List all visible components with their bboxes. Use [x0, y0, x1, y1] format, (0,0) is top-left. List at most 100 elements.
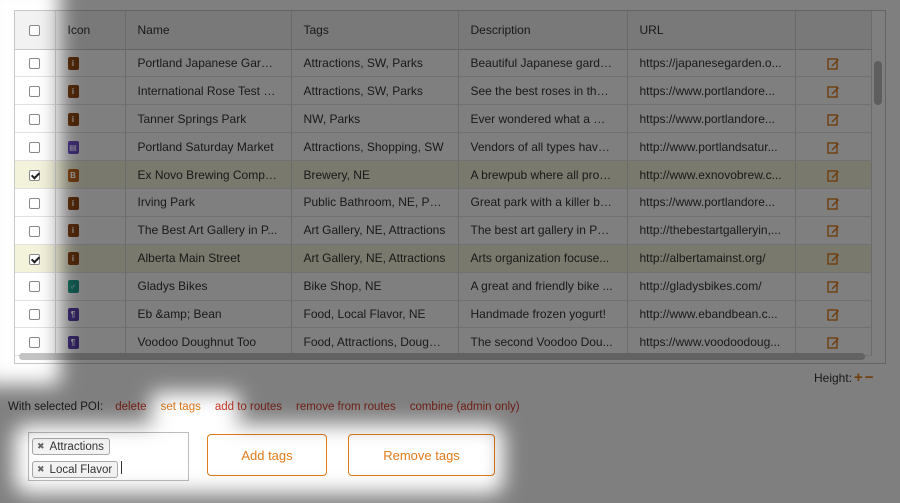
row-checkbox[interactable] [29, 86, 41, 98]
row-select-cell [15, 188, 56, 217]
height-control: Height: + − [814, 370, 874, 385]
edit-icon[interactable] [826, 280, 840, 293]
table-row[interactable]: B Ex Novo Brewing Company Brewery, NE A bre… [15, 160, 872, 189]
row-url: https://www.voodoodoug... [627, 327, 796, 357]
row-url: http://thebestartgalleryin,... [627, 216, 796, 245]
edit-icon[interactable] [826, 308, 840, 321]
row-description: A great and friendly bike ... [458, 272, 628, 301]
row-description: Handmade frozen yogurt! [458, 300, 628, 329]
table-row[interactable]: i Tanner Springs Park NW, Parks Ever wonder… [15, 104, 872, 134]
row-url: http://albertamainst.org/ [627, 244, 796, 273]
row-url: https://japanesegarden.o... [627, 49, 796, 78]
horizontal-scrollbar-thumb[interactable] [19, 353, 865, 360]
remove-from-routes-link[interactable]: remove from routes [296, 401, 396, 413]
tag-input-box[interactable]: ✖ Attractions ✖ Local Flavor [28, 432, 189, 481]
column-header-name[interactable]: Name [125, 11, 292, 50]
row-description: Vendors of all types have ... [458, 132, 628, 162]
row-icon-cell: ¶ [55, 327, 126, 357]
row-icon-cell: B [55, 160, 126, 189]
row-tags: Art Gallery, NE, Attractions [291, 216, 459, 245]
table-row[interactable]: i Portland Japanese Garden Attractions, SW… [15, 49, 872, 78]
beer-icon: B [67, 168, 79, 182]
actions-label: With selected POI: [8, 401, 104, 413]
poi-table: Icon Name Tags Description URL i Portland… [15, 11, 872, 357]
row-description: The best art gallery in Por... [458, 216, 628, 245]
row-checkbox[interactable] [29, 141, 41, 153]
edit-icon[interactable] [826, 141, 840, 154]
row-edit-cell [795, 132, 872, 162]
set-tags-link[interactable]: set tags [161, 401, 201, 413]
row-edit-cell [795, 49, 872, 78]
row-name: Alberta Main Street [125, 244, 292, 273]
row-checkbox[interactable] [29, 281, 41, 293]
row-checkbox[interactable] [29, 337, 41, 349]
row-checkbox[interactable] [29, 58, 41, 70]
table-row[interactable]: i The Best Art Gallery in P... Art Gallery… [15, 216, 872, 245]
add-to-routes-link[interactable]: add to routes [215, 401, 282, 413]
food-icon: ¶ [67, 336, 79, 350]
row-select-cell [15, 76, 56, 106]
column-header-icon[interactable]: Icon [55, 11, 126, 50]
remove-tag-icon[interactable]: ✖ [37, 441, 45, 452]
row-name: Portland Saturday Market [125, 132, 292, 162]
poi-grid: Icon Name Tags Description URL i Portland… [14, 10, 886, 364]
add-tags-button[interactable]: Add tags [207, 434, 327, 476]
edit-icon[interactable] [826, 113, 840, 126]
row-description: Beautiful Japanese garde... [458, 49, 628, 78]
row-description: Arts organization focuse... [458, 244, 628, 273]
info-icon: i [67, 196, 79, 210]
table-row[interactable]: ¶ Voodoo Doughnut Too Food, Attractions, D… [15, 327, 872, 357]
row-edit-cell [795, 244, 872, 273]
column-header-description[interactable]: Description [458, 11, 628, 50]
row-checkbox[interactable] [29, 114, 41, 126]
row-url: http://www.portlandsatur... [627, 132, 796, 162]
row-select-cell [15, 160, 56, 189]
row-checkbox[interactable] [29, 197, 41, 209]
info-icon: i [67, 112, 79, 126]
row-select-cell [15, 49, 56, 78]
edit-icon[interactable] [826, 169, 840, 182]
row-checkbox[interactable] [29, 225, 41, 237]
row-tags: Food, Attractions, Dough... [291, 327, 459, 357]
table-row[interactable]: ▤ Portland Saturday Market Attractions, Sh… [15, 132, 872, 162]
edit-icon[interactable] [826, 336, 840, 349]
vertical-scrollbar-thumb[interactable] [874, 61, 882, 105]
row-select-cell [15, 104, 56, 134]
info-icon: i [67, 224, 79, 238]
table-row[interactable]: i Irving Park Public Bathroom, NE, Parks Gr… [15, 188, 872, 217]
edit-icon[interactable] [826, 224, 840, 238]
table-row[interactable]: i International Rose Test G... Attractions… [15, 76, 872, 106]
row-url: https://www.portlandore... [627, 188, 796, 217]
row-name: Portland Japanese Garden [125, 49, 292, 78]
column-header-url[interactable]: URL [627, 11, 796, 50]
delete-link[interactable]: delete [115, 401, 146, 413]
table-row[interactable]: ¶ Eb &amp; Bean Food, Local Flavor, NE Hand… [15, 300, 872, 329]
remove-tags-button[interactable]: Remove tags [348, 434, 495, 476]
text-cursor [121, 461, 123, 475]
edit-icon[interactable] [826, 197, 840, 210]
edit-icon[interactable] [826, 57, 840, 70]
remove-tag-icon[interactable]: ✖ [37, 464, 45, 475]
row-icon-cell: i [55, 188, 126, 217]
select-all-checkbox[interactable] [29, 25, 41, 37]
column-header-edit [795, 11, 872, 50]
row-checkbox[interactable] [29, 309, 41, 321]
edit-icon[interactable] [826, 85, 840, 98]
height-increase-button[interactable]: + [854, 370, 863, 385]
tag-chip-attractions: ✖ Attractions [32, 438, 110, 455]
row-description: See the best roses in the ... [458, 76, 628, 106]
column-header-tags[interactable]: Tags [291, 11, 459, 50]
row-checkbox[interactable] [29, 253, 41, 265]
row-edit-cell [795, 327, 872, 357]
edit-icon[interactable] [826, 252, 840, 266]
row-checkbox[interactable] [29, 169, 41, 181]
selected-poi-actions: With selected POI: delete set tags add t… [8, 401, 520, 413]
row-url: https://www.portlandore... [627, 76, 796, 106]
info-icon: i [67, 85, 79, 98]
row-description: Great park with a killer ba... [458, 188, 628, 217]
table-row[interactable]: i Alberta Main Street Art Gallery, NE, Att… [15, 244, 872, 273]
table-row[interactable]: ♂ Gladys Bikes Bike Shop, NE A great and fr… [15, 272, 872, 301]
row-icon-cell: ♂ [55, 272, 126, 301]
height-decrease-button[interactable]: − [865, 370, 874, 385]
combine-link[interactable]: combine (admin only) [410, 401, 520, 413]
